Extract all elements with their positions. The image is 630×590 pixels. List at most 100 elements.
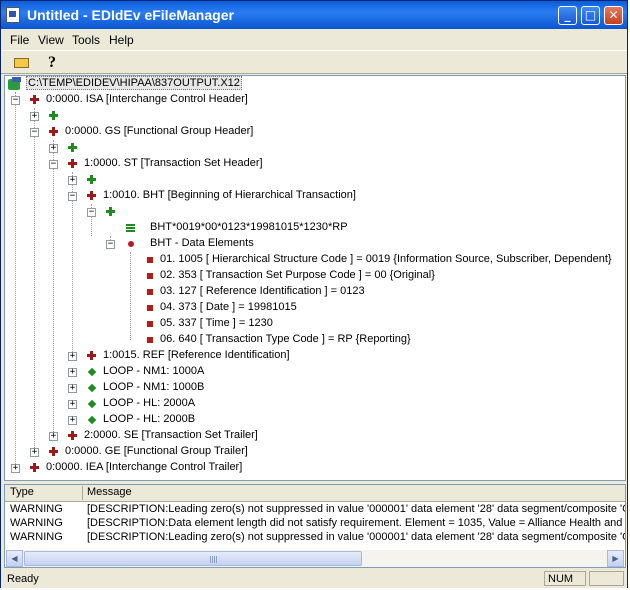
log-header: Type Message (5, 485, 625, 502)
status-bar: Ready NUM (1, 570, 627, 588)
tree-node-label: LOOP - NM1: 1000A (103, 365, 205, 377)
tree-node-label: 2:0000. SE [Transaction Set Trailer] (84, 429, 258, 441)
collapse-icon[interactable]: − (11, 96, 20, 105)
element-icon (145, 303, 155, 313)
log-row-type: WARNING (10, 531, 63, 543)
expand-icon[interactable]: + (49, 432, 58, 441)
segment-red-icon (30, 95, 40, 105)
log-row[interactable]: WARNING [DESCRIPTION:Leading zero(s) not… (5, 531, 625, 545)
scroll-thumb[interactable] (24, 551, 362, 566)
log-row[interactable]: WARNING [DESCRIPTION:Data element length… (5, 517, 625, 531)
open-file-button[interactable] (11, 53, 33, 73)
expand-icon[interactable]: + (30, 448, 39, 457)
tree-node-element-05[interactable]: 05. 337 [ Time ] = 1230 (5, 316, 625, 332)
tree-node-label: LOOP - HL: 2000A (103, 397, 196, 409)
expand-icon[interactable]: + (11, 464, 20, 473)
message-log-panel[interactable]: Type Message WARNING [DESCRIPTION:Leadin… (4, 484, 626, 568)
tree-node-label: 06. 640 [ Transaction Type Code ] = RP {… (160, 333, 411, 345)
status-num-indicator: NUM (544, 571, 586, 586)
app-window: Untitled - EDIdEv eFileManager _ □ ✕ Fil… (0, 0, 628, 588)
maximize-icon: □ (584, 8, 597, 22)
segment-tree-view[interactable]: C:\TEMP\EDIDEV\HIPAA\837OUTPUT.X12 − 0:0… (4, 75, 626, 481)
tree-node-isa[interactable]: − 0:0000. ISA [Interchange Control Heade… (5, 92, 625, 108)
tree-node-loop-2000a[interactable]: + LOOP - HL: 2000A (5, 396, 625, 412)
raw-segment-icon (126, 223, 136, 233)
log-column-message[interactable]: Message (87, 486, 132, 498)
tree-root[interactable]: C:\TEMP\EDIDEV\HIPAA\837OUTPUT.X12 (5, 76, 625, 92)
expand-icon[interactable]: + (68, 352, 77, 361)
menu-help[interactable]: Help (109, 33, 134, 47)
expand-icon[interactable]: + (68, 368, 77, 377)
tree-node-label: 0:0000. IEA [Interchange Control Trailer… (46, 461, 243, 473)
tree-node-label: BHT*0019*00*0123*19981015*1230*RP (150, 221, 348, 233)
tree-node-iea[interactable]: + 0:0000. IEA [Interchange Control Trail… (5, 460, 625, 476)
tree-node-bht-raw[interactable]: BHT*0019*00*0123*19981015*1230*RP (5, 220, 625, 236)
log-row[interactable]: WARNING [DESCRIPTION:Leading zero(s) not… (5, 503, 625, 517)
collapse-icon[interactable]: − (68, 192, 77, 201)
expand-icon[interactable]: + (30, 112, 39, 121)
expand-icon[interactable]: + (68, 384, 77, 393)
expand-icon[interactable]: + (68, 416, 77, 425)
arrow-right-icon: ▶ (612, 554, 619, 563)
help-button[interactable]: ? (41, 53, 63, 73)
segment-red-icon (30, 463, 40, 473)
toolbar: ? (1, 50, 627, 74)
tree-node-loop-1000a[interactable]: + LOOP - NM1: 1000A (5, 364, 625, 380)
tree-node-st-group[interactable]: + (5, 172, 625, 188)
expand-icon[interactable]: + (49, 144, 58, 153)
grip-icon (210, 556, 218, 563)
scroll-left-button[interactable]: ◀ (6, 550, 23, 567)
tree-node-label: 04. 373 [ Date ] = 19981015 (160, 301, 297, 313)
collapse-icon[interactable]: − (30, 128, 39, 137)
help-question-icon: ? (48, 54, 56, 71)
tree-node-ref[interactable]: + 1:0015. REF [Reference Identification] (5, 348, 625, 364)
expand-icon[interactable]: + (68, 176, 77, 185)
log-horizontal-scrollbar[interactable]: ◀ ▶ (6, 550, 624, 567)
tree-node-loop-2000b[interactable]: + LOOP - HL: 2000B (5, 412, 625, 428)
tree-node-isa-group[interactable]: + (5, 108, 625, 124)
element-icon (145, 319, 155, 329)
element-icon (145, 271, 155, 281)
tree-root-path: C:\TEMP\EDIDEV\HIPAA\837OUTPUT.X12 (26, 76, 242, 90)
tree-node-bht[interactable]: − 1:0010. BHT [Beginning of Hierarchical… (5, 188, 625, 204)
menu-bar: File View Tools Help (1, 30, 627, 50)
scroll-right-button[interactable]: ▶ (607, 550, 624, 567)
expand-icon[interactable]: + (68, 400, 77, 409)
collapse-icon[interactable]: − (49, 160, 58, 169)
tree-node-bht-group[interactable]: − (5, 204, 625, 220)
maximize-button[interactable]: □ (581, 6, 600, 25)
collapse-icon[interactable]: − (106, 240, 115, 249)
tree-node-ge[interactable]: + 0:0000. GE [Functional Group Trailer] (5, 444, 625, 460)
menu-file[interactable]: File (10, 33, 29, 47)
tree-node-loop-1000b[interactable]: + LOOP - NM1: 1000B (5, 380, 625, 396)
tree-node-element-01[interactable]: 01. 1005 [ Hierarchical Structure Code ]… (5, 252, 625, 268)
loop-icon (87, 383, 97, 393)
tree-node-gs[interactable]: − 0:0000. GS [Functional Group Header] (5, 124, 625, 140)
status-text: Ready (7, 573, 39, 585)
status-extra-panel (589, 571, 624, 586)
collapse-icon[interactable]: − (87, 208, 96, 217)
title-bar[interactable]: Untitled - EDIdEv eFileManager _ □ ✕ (1, 1, 627, 29)
minimize-button[interactable]: _ (558, 6, 577, 25)
app-icon[interactable] (6, 7, 20, 23)
log-row-message: [DESCRIPTION:Leading zero(s) not suppres… (87, 503, 626, 515)
tree-node-element-06[interactable]: 06. 640 [ Transaction Type Code ] = RP {… (5, 332, 625, 348)
tree-node-element-02[interactable]: 02. 353 [ Transaction Set Purpose Code ]… (5, 268, 625, 284)
close-button[interactable]: ✕ (604, 6, 623, 25)
tree-node-label: 02. 353 [ Transaction Set Purpose Code ]… (160, 269, 435, 281)
log-column-type[interactable]: Type (10, 486, 34, 498)
segment-red-icon (68, 431, 78, 441)
tree-node-st[interactable]: − 1:0000. ST [Transaction Set Header] (5, 156, 625, 172)
tree-node-element-03[interactable]: 03. 127 [ Reference Identification ] = 0… (5, 284, 625, 300)
tree-node-label: 0:0000. GE [Functional Group Trailer] (65, 445, 248, 457)
tree-node-element-04[interactable]: 04. 373 [ Date ] = 19981015 (5, 300, 625, 316)
tree-node-label: BHT - Data Elements (150, 237, 254, 249)
segment-red-icon (49, 447, 59, 457)
tree-node-bht-elements[interactable]: − BHT - Data Elements (5, 236, 625, 252)
window-title: Untitled - EDIdEv eFileManager (27, 7, 234, 23)
menu-view[interactable]: View (38, 33, 64, 47)
tree-node-se[interactable]: + 2:0000. SE [Transaction Set Trailer] (5, 428, 625, 444)
menu-tools[interactable]: Tools (72, 33, 100, 47)
tree-node-label: 0:0000. GS [Functional Group Header] (65, 125, 254, 137)
tree-node-gs-group[interactable]: + (5, 140, 625, 156)
